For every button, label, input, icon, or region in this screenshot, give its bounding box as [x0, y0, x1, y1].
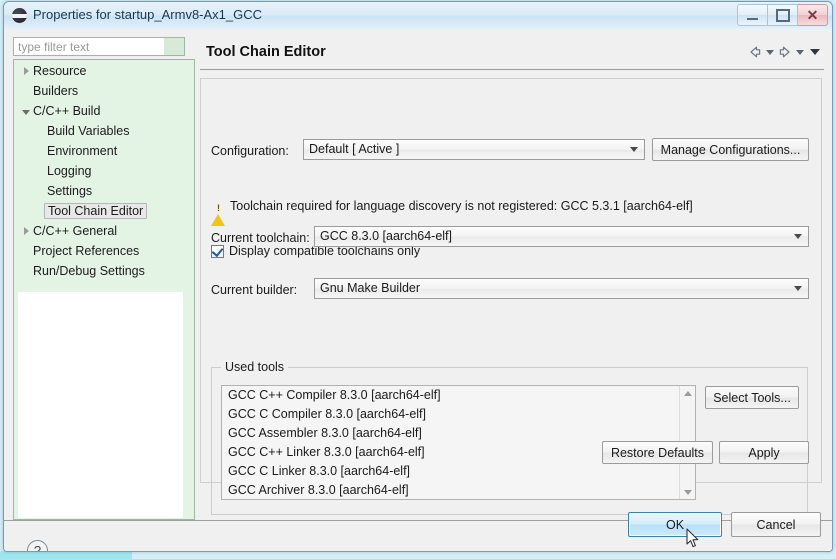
- settings-tree-panel: type filter text Resource Builders C/C++ B…: [13, 37, 195, 520]
- maximize-icon: [775, 8, 790, 22]
- tree-item-builders[interactable]: Builders: [15, 81, 193, 101]
- tree-item-run-debug-settings[interactable]: Run/Debug Settings: [15, 261, 193, 281]
- tree-item-c-c-general[interactable]: C/C++ General: [15, 221, 193, 241]
- forward-menu-chevron-down-icon[interactable]: [796, 49, 804, 55]
- maximize-button[interactable]: [768, 4, 798, 26]
- warning-triangle-icon: !: [211, 199, 225, 226]
- forward-arrow-icon[interactable]: [777, 44, 793, 60]
- tree-item-label: Resource: [33, 64, 87, 78]
- configuration-label: Configuration:: [211, 144, 289, 158]
- configuration-value: Default [ Active ]: [309, 142, 400, 156]
- ok-button[interactable]: OK: [628, 512, 722, 537]
- chevron-right-icon[interactable]: [19, 221, 33, 241]
- current-toolchain-label: Current toolchain:: [211, 231, 310, 245]
- back-menu-chevron-down-icon[interactable]: [766, 49, 774, 55]
- tree-item-tool-chain-editor[interactable]: Tool Chain Editor: [15, 201, 193, 221]
- warning-message: ! Toolchain required for language discov…: [211, 199, 693, 226]
- back-arrow-icon[interactable]: [747, 44, 763, 60]
- title-bar[interactable]: Properties for startup_Armv8-Ax1_GCC ✕: [4, 2, 832, 30]
- chevron-down-icon[interactable]: [789, 227, 806, 246]
- tree-item-label: Environment: [47, 144, 118, 158]
- list-item[interactable]: GCC C Compiler 8.3.0 [aarch64-elf]: [222, 405, 695, 424]
- list-item[interactable]: GCC Archiver 8.3.0 [aarch64-elf]: [222, 481, 695, 499]
- taskbar-sliver: [0, 551, 132, 559]
- current-builder-combo[interactable]: Gnu Make Builder: [314, 278, 809, 299]
- tree-item-label: C/C++ Build: [33, 104, 101, 118]
- page-nav: [747, 44, 820, 60]
- tree-item-label: Builders: [33, 84, 79, 98]
- scroll-down-icon[interactable]: [680, 485, 695, 499]
- properties-dialog: Properties for startup_Armv8-Ax1_GCC ✕ t…: [3, 1, 833, 552]
- warning-text: Toolchain required for language discover…: [230, 199, 693, 213]
- checkbox-icon[interactable]: [211, 244, 224, 258]
- tree-item-label: C/C++ General: [33, 224, 118, 238]
- tree-item-settings[interactable]: Settings: [15, 181, 193, 201]
- tree-item-project-references[interactable]: Project References: [15, 241, 193, 261]
- eclipse-icon: [12, 8, 27, 23]
- list-item[interactable]: GCC C++ Compiler 8.3.0 [aarch64-elf]: [222, 386, 695, 405]
- restore-defaults-button[interactable]: Restore Defaults: [602, 441, 713, 464]
- current-toolchain-combo[interactable]: GCC 8.3.0 [aarch64-elf]: [314, 226, 809, 247]
- manage-configurations-button[interactable]: Manage Configurations...: [652, 138, 809, 161]
- close-icon: ✕: [806, 7, 819, 23]
- list-item[interactable]: GCC C Linker 8.3.0 [aarch64-elf]: [222, 462, 695, 481]
- title-divider: [200, 69, 824, 70]
- help-icon[interactable]: ?: [27, 540, 48, 551]
- tree-item-label: Run/Debug Settings: [33, 264, 145, 278]
- dialog-body: type filter text Resource Builders C/C++ B…: [4, 29, 832, 551]
- chevron-right-icon[interactable]: [19, 61, 33, 81]
- used-tools-legend: Used tools: [221, 360, 289, 374]
- chevron-down-icon[interactable]: [625, 140, 642, 159]
- tree-item-logging[interactable]: Logging: [15, 161, 193, 181]
- configuration-combo[interactable]: Default [ Active ]: [303, 139, 645, 160]
- current-toolchain-value: GCC 8.3.0 [aarch64-elf]: [320, 229, 453, 243]
- apply-button[interactable]: Apply: [719, 441, 809, 464]
- tree-item-label: Tool Chain Editor: [44, 203, 148, 219]
- minimize-icon: [747, 17, 758, 20]
- view-menu-chevron-down-icon[interactable]: [810, 49, 820, 55]
- tree-twisty-spacer: [19, 241, 33, 261]
- window-title: Properties for startup_Armv8-Ax1_GCC: [33, 7, 263, 22]
- filter-clear-icon[interactable]: [164, 38, 184, 55]
- tree-items: Resource Builders C/C++ Build Build Variabl…: [15, 61, 193, 281]
- tree-item-c-c-build[interactable]: C/C++ Build: [15, 101, 193, 121]
- tree-item-label: Project References: [33, 244, 140, 258]
- close-button[interactable]: ✕: [798, 4, 828, 26]
- filter-input[interactable]: type filter text: [18, 40, 89, 54]
- window-controls: ✕: [737, 4, 828, 26]
- select-tools-button[interactable]: Select Tools...: [705, 386, 799, 409]
- tool-chain-editor-content: Configuration: Default [ Active ] Manage…: [200, 78, 822, 515]
- filter-input-wrapper[interactable]: type filter text: [13, 37, 185, 56]
- tree-item-label: Settings: [47, 184, 93, 198]
- tree-twisty-spacer: [19, 261, 33, 281]
- tree-item-build-variables[interactable]: Build Variables: [15, 121, 193, 141]
- settings-tree[interactable]: Resource Builders C/C++ Build Build Variabl…: [13, 59, 195, 520]
- current-builder-value: Gnu Make Builder: [320, 281, 421, 295]
- page-panel: Tool Chain Editor Configuration: Default…: [200, 37, 824, 520]
- tree-item-label: Logging: [47, 164, 92, 178]
- tree-item-label: Build Variables: [47, 124, 130, 138]
- cancel-button[interactable]: Cancel: [731, 512, 821, 537]
- chevron-down-icon[interactable]: [789, 279, 806, 298]
- chevron-down-icon[interactable]: [19, 101, 33, 121]
- screen: Properties for startup_Armv8-Ax1_GCC ✕ t…: [0, 0, 836, 559]
- scroll-up-icon[interactable]: [680, 386, 695, 400]
- page-title: Tool Chain Editor: [206, 44, 326, 60]
- tree-item-environment[interactable]: Environment: [15, 141, 193, 161]
- minimize-button[interactable]: [737, 4, 768, 26]
- current-builder-label: Current builder:: [211, 283, 298, 297]
- tree-item-resource[interactable]: Resource: [15, 61, 193, 81]
- tree-twisty-spacer: [19, 81, 33, 101]
- tree-empty-area: [18, 292, 183, 518]
